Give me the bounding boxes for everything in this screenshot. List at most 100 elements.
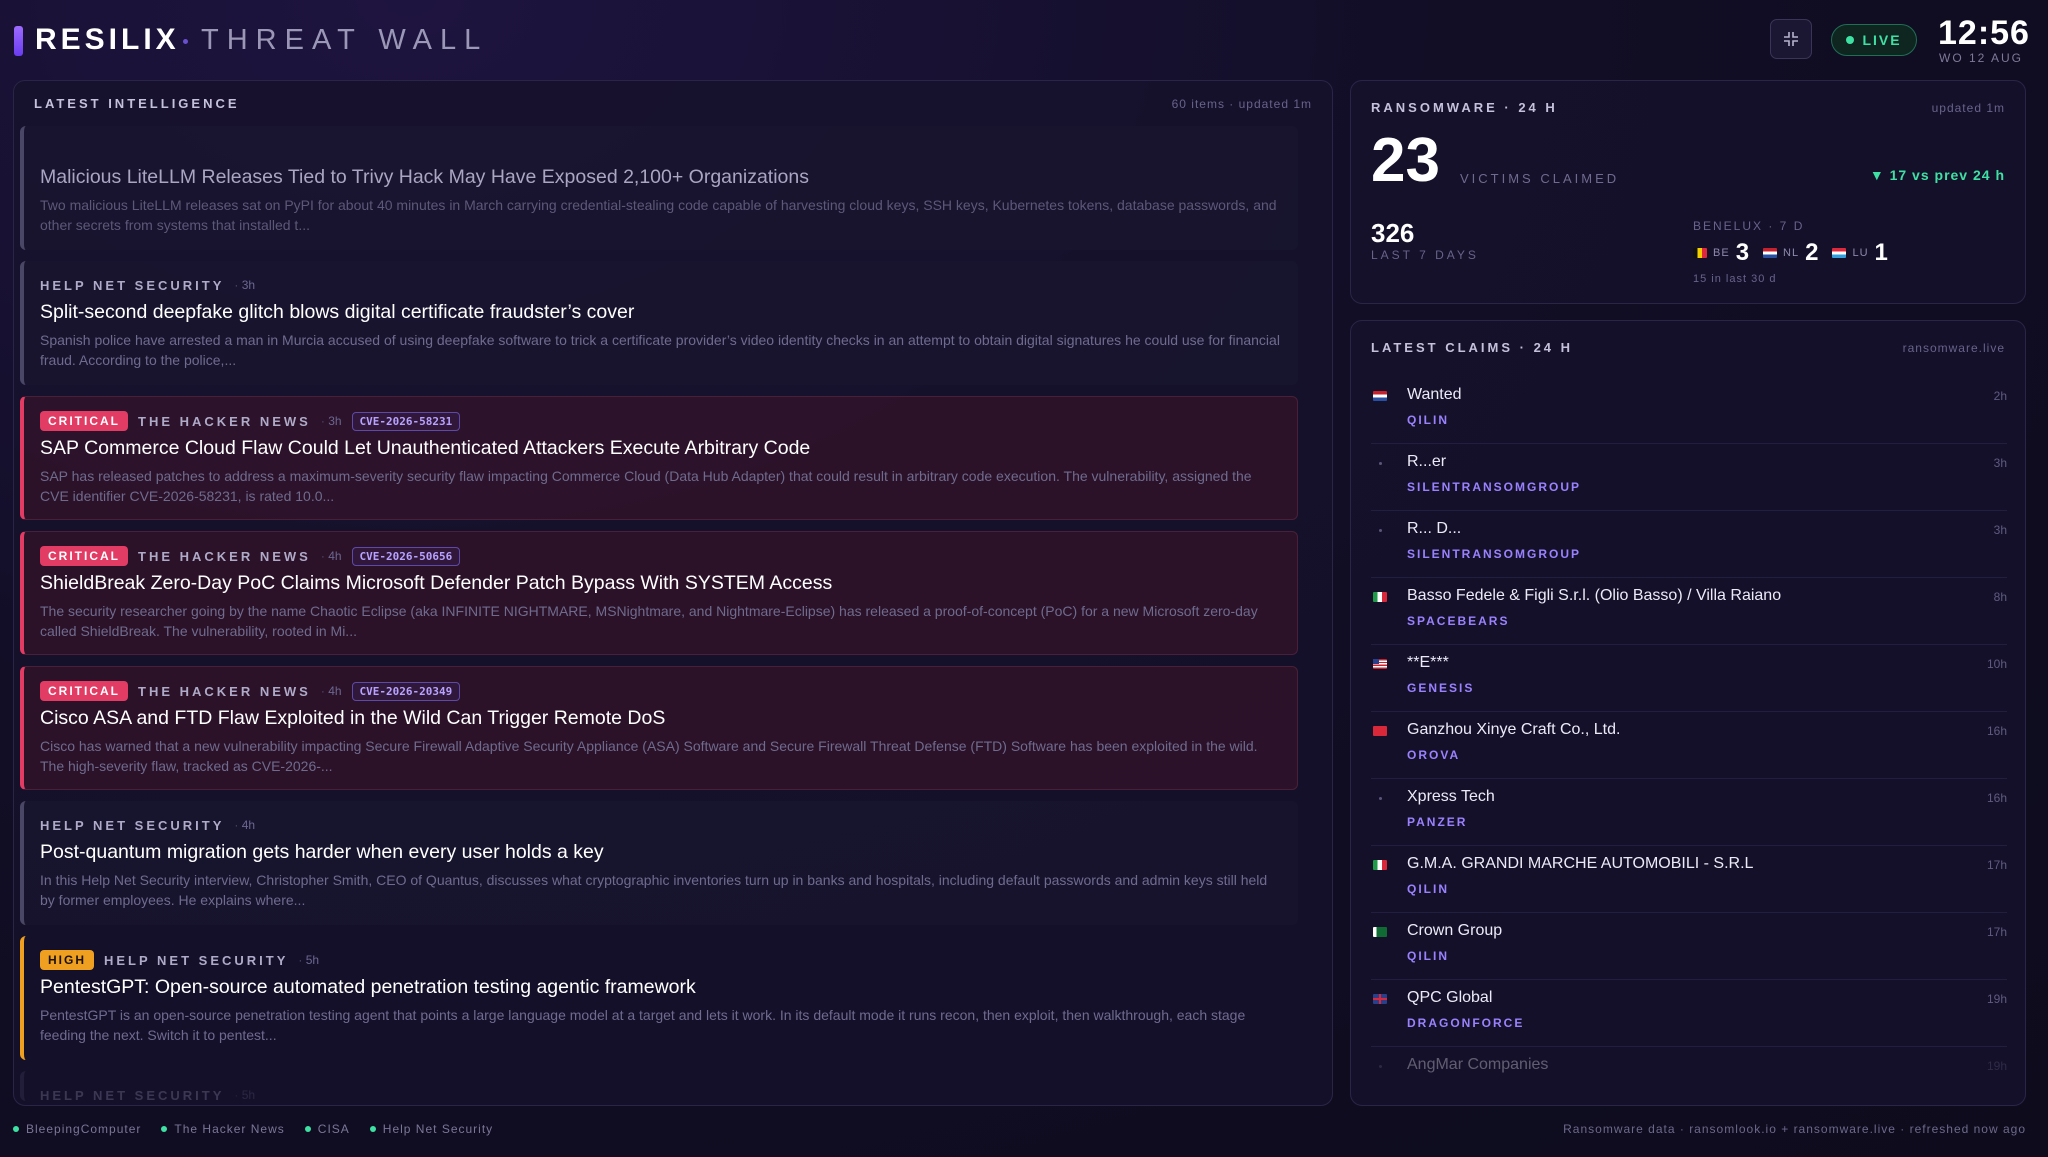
benelux-code: LU bbox=[1852, 247, 1869, 259]
claim-group: SILENTRANSOMGROUP bbox=[1407, 547, 1582, 561]
intel-title[interactable]: SAP Commerce Cloud Flaw Could Let Unauth… bbox=[40, 437, 1281, 460]
intel-summary: In this Help Net Security interview, Chr… bbox=[40, 872, 1268, 908]
luxembourg-flag-icon bbox=[1832, 248, 1847, 258]
benelux-note: 15 in last 30 d bbox=[1693, 273, 1777, 285]
benelux-code: NL bbox=[1783, 247, 1800, 259]
status-dot-icon bbox=[13, 1126, 19, 1132]
claim-victim: R...er bbox=[1407, 453, 1447, 470]
intel-item[interactable]: HELP NET SECURITY 3h Split-second deepfake… bbox=[20, 261, 1298, 385]
clock-time: 12:56 bbox=[1938, 14, 2030, 52]
claim-row[interactable]: Ganzhou Xinye Craft Co., Ltd. OROVA 16h bbox=[1371, 712, 2007, 779]
claim-victim: QPC Global bbox=[1407, 989, 1493, 1006]
intel-title[interactable]: Post-quantum migration gets harder when … bbox=[40, 841, 1282, 864]
uk-flag-icon bbox=[1373, 994, 1387, 1004]
claim-group: QILIN bbox=[1407, 413, 1449, 427]
intel-item[interactable]: Malicious LiteLLM Releases Tied to Trivy… bbox=[20, 126, 1298, 250]
feed-sources: BleepingComputer The Hacker News CISA Help … bbox=[13, 1122, 493, 1136]
week-count: 326 bbox=[1371, 218, 1415, 248]
italy-flag-icon bbox=[1373, 592, 1387, 602]
benelux-lu: LU 1 bbox=[1832, 239, 1888, 267]
intel-age: 3h bbox=[321, 414, 341, 428]
intel-title[interactable]: PentestGPT: Open-source automated penetr… bbox=[40, 976, 1282, 999]
intel-item-meta: HIGH HELP NET SECURITY 5h bbox=[40, 950, 1282, 970]
unknown-country-icon bbox=[1379, 462, 1382, 465]
claim-group: QILIN bbox=[1407, 949, 1449, 963]
benelux-code: BE bbox=[1713, 247, 1730, 259]
intel-age: 3h bbox=[234, 278, 255, 292]
netherlands-flag-icon bbox=[1373, 391, 1387, 401]
benelux-nl: NL 2 bbox=[1763, 239, 1818, 267]
intelligence-meta: 60 items · updated 1m bbox=[1171, 97, 1312, 111]
claim-row[interactable]: Crown Group QILIN 17h bbox=[1371, 913, 2007, 980]
claim-row[interactable]: QPC Global DRAGONFORCE 19h bbox=[1371, 980, 2007, 1047]
feed-name: BleepingComputer bbox=[26, 1122, 142, 1136]
claim-row[interactable]: AngMar Companies 19h bbox=[1371, 1047, 2007, 1105]
claim-victim: Crown Group bbox=[1407, 922, 1503, 939]
cve-badge[interactable]: CVE-2026-58231 bbox=[351, 411, 461, 431]
claim-victim: Ganzhou Xinye Craft Co., Ltd. bbox=[1407, 721, 1621, 738]
claims-title: LATEST CLAIMS · 24 H bbox=[1371, 340, 1574, 355]
claim-group: PANZER bbox=[1407, 815, 1468, 829]
cve-badge[interactable]: CVE-2026-50656 bbox=[351, 546, 461, 566]
intel-item-partial[interactable]: HELP NET SECURITY 5h bbox=[20, 1071, 1298, 1103]
claim-age: 17h bbox=[1986, 925, 2007, 939]
victims-label: VICTIMS CLAIMED bbox=[1460, 171, 1620, 186]
intel-title[interactable]: Cisco ASA and FTD Flaw Exploited in the … bbox=[40, 707, 1281, 730]
claim-row[interactable]: Wanted QILIN 2h bbox=[1371, 377, 2007, 444]
claim-age: 3h bbox=[1993, 456, 2007, 470]
intel-age: 4h bbox=[321, 684, 341, 698]
collapse-fullscreen-button[interactable] bbox=[1770, 19, 1812, 59]
footer: BleepingComputer The Hacker News CISA Help … bbox=[0, 1122, 2048, 1142]
intel-summary: Spanish police have arrested a man in Mu… bbox=[40, 332, 1280, 368]
feed-source: Help Net Security bbox=[369, 1122, 493, 1136]
live-dot-icon bbox=[1846, 36, 1855, 44]
ransomware-title: RANSOMWARE · 24 H bbox=[1371, 100, 1558, 115]
claim-row[interactable]: R...er SILENTRANSOMGROUP 3h bbox=[1371, 444, 2007, 511]
header: RESILIX THREAT WALL LIVE 12:56 WO 12 AUG bbox=[0, 0, 2048, 80]
claim-row[interactable]: Basso Fedele & Figli S.r.l. (Olio Basso)… bbox=[1371, 578, 2007, 645]
ransomware-meta: updated 1m bbox=[1931, 101, 2005, 115]
feed-name: CISA bbox=[317, 1122, 350, 1136]
claim-victim: R... D... bbox=[1407, 520, 1462, 537]
brand-name: RESILIX bbox=[35, 23, 180, 56]
claim-row[interactable]: Xpress Tech PANZER 16h bbox=[1371, 779, 2007, 846]
live-indicator: LIVE bbox=[1831, 24, 1917, 56]
claim-age: 16h bbox=[1986, 724, 2007, 738]
cve-badge[interactable]: CVE-2026-20349 bbox=[351, 681, 461, 701]
intel-title[interactable]: Malicious LiteLLM Releases Tied to Trivy… bbox=[40, 166, 1282, 189]
intel-item-meta: HELP NET SECURITY 5h bbox=[40, 1085, 1282, 1105]
intel-item-meta bbox=[40, 140, 1282, 160]
feed-source: BleepingComputer bbox=[13, 1122, 141, 1136]
claim-age: 3h bbox=[1993, 523, 2007, 537]
benelux-count: 2 bbox=[1805, 239, 1819, 266]
severity-badge: CRITICAL bbox=[40, 411, 128, 431]
intel-item[interactable]: HIGH HELP NET SECURITY 5h PentestGPT: Open-… bbox=[20, 936, 1298, 1060]
claim-victim: Wanted bbox=[1407, 386, 1462, 403]
claim-row[interactable]: R... D... SILENTRANSOMGROUP 3h bbox=[1371, 511, 2007, 578]
pakistan-flag-icon bbox=[1373, 927, 1387, 937]
claim-row[interactable]: G.M.A. GRANDI MARCHE AUTOMOBILI - S.R.L Q… bbox=[1371, 846, 2007, 913]
intelligence-list: Malicious LiteLLM Releases Tied to Trivy… bbox=[20, 126, 1298, 1112]
intel-item[interactable]: CRITICALTHE HACKER NEWS4hCVE-2026-20349C… bbox=[20, 666, 1298, 790]
intel-summary: Cisco has warned that a new vulnerabilit… bbox=[40, 738, 1258, 774]
intel-item[interactable]: HELP NET SECURITY 4h Post-quantum migratio… bbox=[20, 801, 1298, 925]
claims-panel: LATEST CLAIMS · 24 H ransomware.live Wan… bbox=[1350, 320, 2026, 1106]
claim-group: SILENTRANSOMGROUP bbox=[1407, 480, 1582, 494]
intel-source: THE HACKER NEWS bbox=[138, 548, 311, 564]
intel-item-meta: HELP NET SECURITY 4h bbox=[40, 815, 1282, 835]
claim-victim: **E*** bbox=[1407, 654, 1449, 671]
claim-victim: Basso Fedele & Figli S.r.l. (Olio Basso)… bbox=[1407, 587, 1782, 604]
intel-age: 5h bbox=[234, 1088, 255, 1102]
unknown-country-icon bbox=[1379, 529, 1382, 532]
brand-logo-bar bbox=[14, 26, 23, 56]
intel-summary: The security researcher going by the nam… bbox=[40, 603, 1258, 639]
claim-victim: AngMar Companies bbox=[1407, 1056, 1549, 1073]
netherlands-flag-icon bbox=[1763, 248, 1778, 258]
intel-title[interactable]: Split-second deepfake glitch blows digit… bbox=[40, 301, 1282, 324]
intel-title[interactable]: ShieldBreak Zero-Day PoC Claims Microsof… bbox=[40, 572, 1281, 595]
usa-flag-icon bbox=[1373, 659, 1387, 669]
intel-source: HELP NET SECURITY bbox=[40, 817, 225, 833]
intel-item[interactable]: CRITICAL THE HACKER NEWS 3h CVE-2026-58231 S… bbox=[20, 396, 1298, 520]
intel-item[interactable]: CRITICAL THE HACKER NEWS 4h CVE-2026-50656 S… bbox=[20, 531, 1298, 655]
claim-row[interactable]: **E*** GENESIS 10h bbox=[1371, 645, 2007, 712]
